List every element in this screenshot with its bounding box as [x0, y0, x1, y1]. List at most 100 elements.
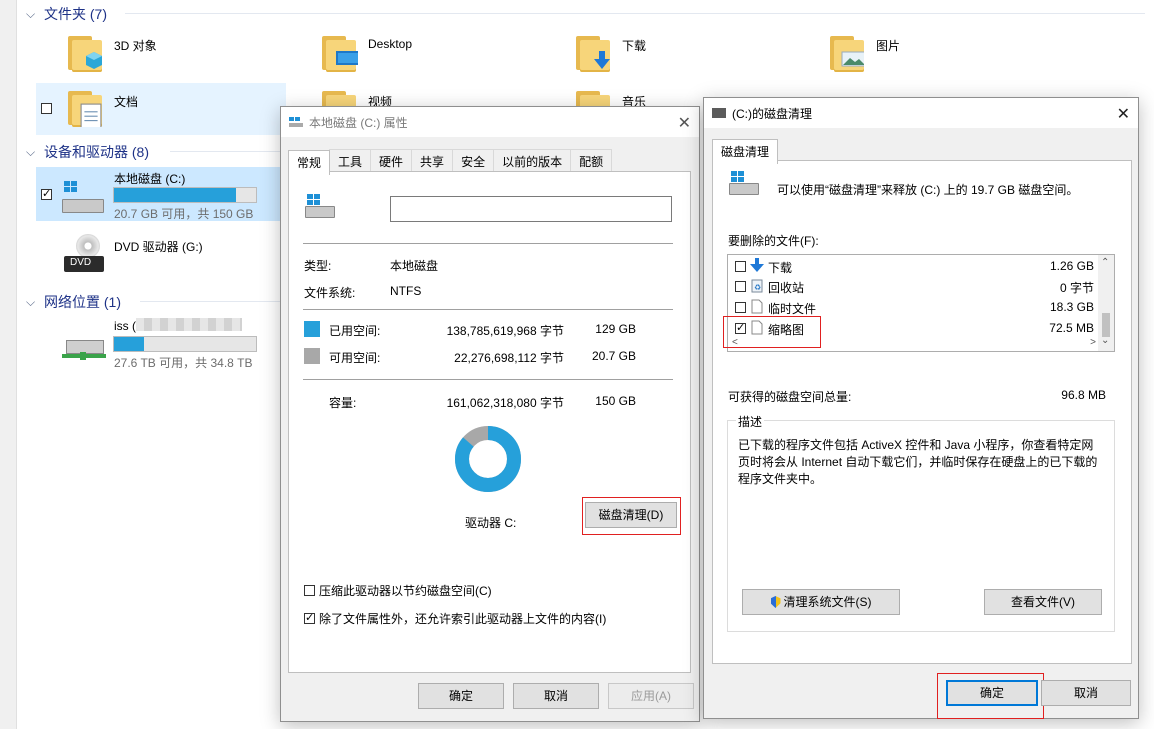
file-icon: [751, 299, 763, 314]
drive-label: 本地磁盘 (C:): [114, 172, 186, 186]
folders-group-label: 文件夹 (7): [44, 6, 107, 22]
file-row-temp-files[interactable]: 临时文件 18.3 GB: [728, 297, 1098, 317]
folder-item-documents[interactable]: 文档: [36, 83, 286, 135]
local-disk-c-item[interactable]: 本地磁盘 (C:) 20.7 GB 可用，共 150 GB: [36, 167, 280, 221]
folder-label: Desktop: [368, 37, 413, 51]
apply-button[interactable]: 应用(A): [608, 683, 694, 709]
ok-button[interactable]: 确定: [418, 683, 504, 709]
capacity-label: 容量:: [329, 396, 357, 410]
desktop-folder-icon: [322, 34, 358, 72]
svg-text:♻: ♻: [754, 283, 761, 292]
cleanup-tabs: 磁盘清理: [712, 138, 779, 164]
used-space-gb: 129 GB: [595, 322, 636, 336]
group-divider: [170, 151, 280, 152]
item-checkbox[interactable]: [41, 187, 52, 200]
disk-cleanup-dialog: (C:)的磁盘清理 ✕ 磁盘清理 可以使用“磁盘清理”来释放 (C:) 上的 1…: [703, 97, 1139, 719]
used-space-label: 已用空间:: [329, 324, 381, 338]
group-divider: [125, 13, 1145, 14]
cleanup-titlebar[interactable]: (C:)的磁盘清理: [704, 98, 1138, 128]
cleanup-title: (C:)的磁盘清理: [732, 106, 812, 121]
general-panel: 类型: 本地磁盘 文件系统: NTFS 已用空间: 138,785,619,96…: [288, 171, 691, 673]
highlight-box: [937, 673, 1044, 719]
drive-name-input[interactable]: [390, 196, 672, 222]
index-label: 除了文件属性外，还允许索引此驱动器上文件的内容(I): [319, 612, 607, 626]
view-files-button[interactable]: 查看文件(V): [984, 589, 1102, 615]
description-title: 描述: [736, 413, 765, 430]
item-checkbox[interactable]: [41, 103, 52, 114]
cancel-button[interactable]: 取消: [1041, 680, 1131, 706]
left-scroll-strip: [0, 0, 17, 729]
divider: [303, 243, 673, 244]
used-space-bytes: 138,785,619,968 字节: [446, 324, 564, 338]
close-icon[interactable]: ✕: [1117, 104, 1130, 124]
folder-item-pictures[interactable]: 图片: [798, 28, 1048, 78]
usage-donut-chart: [455, 426, 521, 492]
index-option[interactable]: 除了文件属性外，还允许索引此驱动器上文件的内容(I): [304, 610, 606, 627]
uac-shield-icon: [770, 596, 781, 608]
folder-label: 下载: [622, 39, 647, 53]
folder-item-downloads[interactable]: 下载: [544, 28, 794, 78]
scroll-right-icon[interactable]: >: [1090, 337, 1096, 348]
file-name: 回收站: [768, 281, 805, 295]
compress-checkbox[interactable]: [304, 585, 315, 596]
chevron-down-icon: ⌵: [26, 294, 36, 309]
description-text: 已下载的程序文件包括 ActiveX 控件和 Java 小程序，你查看特定网页时…: [738, 438, 1098, 486]
file-row-recycle-bin[interactable]: ♻ 回收站 0 字节: [728, 276, 1098, 296]
capacity-gb: 150 GB: [595, 394, 636, 408]
network-group-header[interactable]: ⌵ 网络位置 (1): [26, 292, 121, 312]
folder-label: 文档: [114, 95, 139, 109]
tab-general[interactable]: 常规: [288, 150, 331, 175]
folders-group-header[interactable]: ⌵ 文件夹 (7): [26, 4, 107, 24]
vertical-scrollbar[interactable]: ⌃ ⌄: [1098, 255, 1114, 351]
network-drive-icon: [62, 334, 108, 362]
drive-free-text: 27.6 TB 可用，共 34.8 TB: [114, 356, 253, 370]
close-icon[interactable]: ✕: [678, 113, 691, 133]
file-checkbox[interactable]: [735, 302, 746, 313]
free-space-bytes: 22,276,698,112 字节: [454, 351, 564, 365]
used-space-swatch: [304, 321, 320, 337]
folder-label: 图片: [876, 39, 901, 53]
properties-title: 本地磁盘 (C:) 属性: [309, 115, 408, 130]
scroll-down-icon[interactable]: ⌄: [1101, 335, 1109, 346]
cleanup-panel: 可以使用“磁盘清理”来释放 (C:) 上的 19.7 GB 磁盘空间。 要删除的…: [712, 160, 1132, 664]
drive-usage-bar: [113, 187, 257, 203]
free-space-gb: 20.7 GB: [591, 349, 636, 363]
folder-item-3d-objects[interactable]: 3D 对象: [36, 28, 286, 78]
files-to-delete-label: 要删除的文件(F):: [728, 234, 819, 248]
chevron-down-icon: ⌵: [26, 6, 36, 21]
cleanup-intro: 可以使用“磁盘清理”来释放 (C:) 上的 19.7 GB 磁盘空间。: [777, 183, 1079, 197]
recycle-bin-icon: ♻: [751, 279, 763, 293]
clean-system-files-button[interactable]: 清理系统文件(S): [742, 589, 900, 615]
dvd-drive-item[interactable]: DVD DVD 驱动器 (G:): [36, 232, 280, 280]
3d-objects-folder-icon: [68, 34, 102, 72]
total-space-value: 96.8 MB: [1061, 388, 1106, 402]
pictures-folder-icon: [830, 34, 864, 72]
tab-disk-cleanup[interactable]: 磁盘清理: [712, 139, 779, 164]
network-group-label: 网络位置 (1): [44, 294, 121, 310]
type-label: 类型:: [304, 259, 332, 273]
properties-titlebar[interactable]: 本地磁盘 (C:) 属性: [281, 107, 699, 137]
network-drive-item[interactable]: iss ( 27.6 TB 可用，共 34.8 TB: [36, 312, 280, 370]
compress-option[interactable]: 压缩此驱动器以节约磁盘空间(C): [304, 582, 492, 599]
downloads-folder-icon: [576, 34, 610, 72]
folder-item-desktop[interactable]: Desktop: [290, 28, 540, 78]
drive-label: iss (: [114, 319, 136, 333]
compress-label: 压缩此驱动器以节约磁盘空间(C): [319, 584, 492, 598]
local-disk-icon: [729, 171, 759, 195]
local-disk-icon: [62, 181, 108, 213]
group-divider: [140, 301, 280, 302]
scroll-thumb[interactable]: [1102, 313, 1110, 337]
clean-system-files-label: 清理系统文件(S): [783, 595, 872, 609]
drive-free-text: 20.7 GB 可用，共 150 GB: [114, 207, 254, 221]
drive-small-icon: [289, 117, 303, 127]
cancel-button[interactable]: 取消: [513, 683, 599, 709]
file-checkbox[interactable]: [735, 281, 746, 292]
file-row-downloads[interactable]: 下载 1.26 GB: [728, 256, 1098, 276]
index-checkbox[interactable]: [304, 611, 315, 624]
redacted-text: [136, 318, 242, 331]
devices-group-header[interactable]: ⌵ 设备和驱动器 (8): [26, 142, 149, 162]
file-checkbox[interactable]: [735, 261, 746, 272]
download-arrow-icon: [750, 258, 764, 272]
highlight-box: [582, 497, 681, 535]
scroll-up-icon[interactable]: ⌃: [1101, 257, 1109, 268]
